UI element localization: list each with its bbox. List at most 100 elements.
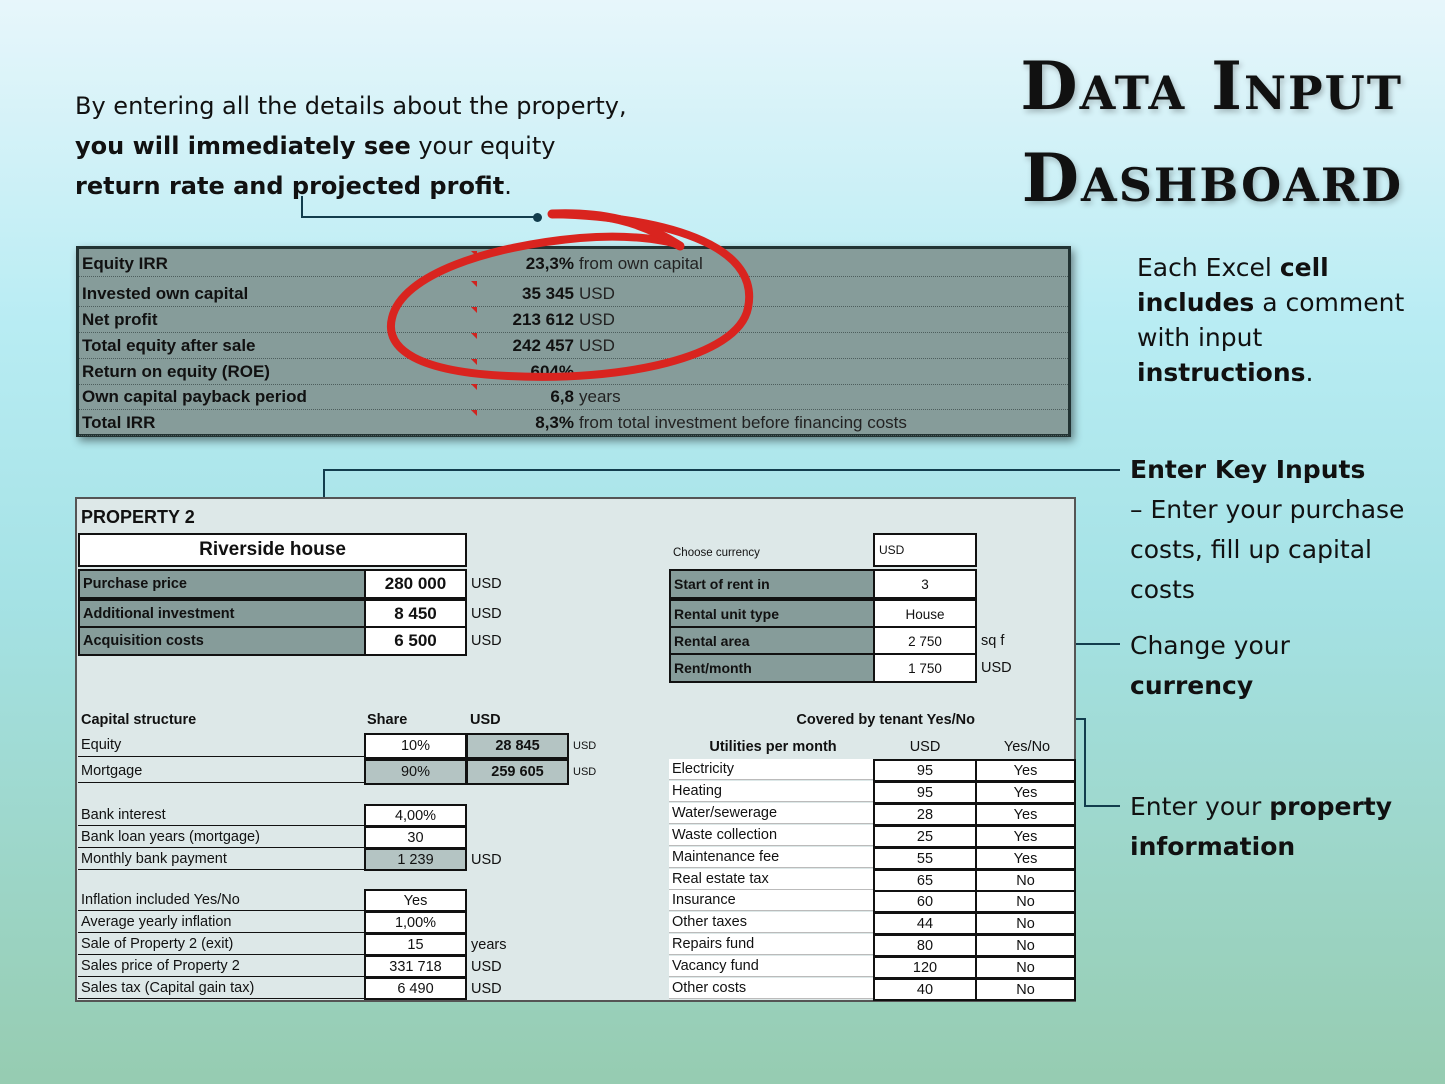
bank-unit	[467, 804, 471, 827]
utility-label: Vacancy fund	[669, 956, 873, 977]
utility-label: Real estate tax	[669, 869, 873, 890]
utility-yesno-input[interactable]: Yes	[975, 825, 1076, 848]
summary-label: Total IRR	[82, 412, 156, 432]
intro-part: .	[504, 172, 512, 200]
rent-unit: sq f	[981, 633, 1005, 649]
purchase-unit: USD	[471, 576, 502, 592]
exit-input[interactable]: 1,00%	[364, 911, 467, 934]
utility-usd-input[interactable]: 60	[873, 890, 977, 913]
purchase-input[interactable]: 280 000	[364, 569, 467, 599]
capital-usd-value: 259 605	[466, 759, 569, 785]
intro-bold: you will immediately see	[75, 132, 411, 160]
exit-label: Sales price of Property 2	[78, 955, 364, 977]
note-part: – Enter your purchase costs, fill up cap…	[1130, 495, 1405, 604]
note-bold: Enter Key Inputs	[1130, 455, 1366, 484]
utility-label: Heating	[669, 781, 873, 802]
utility-usd-input[interactable]: 25	[873, 825, 977, 848]
utility-usd-input[interactable]: 65	[873, 869, 977, 892]
utility-yesno-input[interactable]: Yes	[975, 803, 1076, 826]
rent-unit	[977, 599, 981, 629]
intro-part: your equity	[410, 132, 556, 160]
utility-yesno-input[interactable]: No	[975, 934, 1076, 957]
utility-usd-input[interactable]: 28	[873, 803, 977, 826]
rent-input[interactable]: 1 750	[873, 653, 977, 683]
exit-input[interactable]: 331 718	[364, 955, 467, 978]
exit-unit	[467, 889, 471, 912]
utility-yesno-input[interactable]: Yes	[975, 847, 1076, 870]
rent-unit: USD	[981, 660, 1012, 676]
note-part: Each Excel	[1137, 253, 1280, 282]
covered-by-tenant-label: Covered by tenant Yes/No	[796, 712, 975, 728]
utility-usd-input[interactable]: 40	[873, 978, 977, 1001]
share-header: Share	[367, 712, 408, 728]
connector-line	[323, 469, 1120, 471]
note-part: .	[1305, 358, 1314, 387]
title-line-2: Dashboard	[1021, 139, 1403, 217]
note-property-info: Enter your property information	[1130, 787, 1430, 867]
capital-share-input[interactable]: 10%	[364, 733, 467, 759]
note-key-inputs: Enter Key Inputs – Enter your purchase c…	[1130, 450, 1430, 610]
rent-label: Start of rent in	[669, 569, 875, 599]
comment-indicator-icon[interactable]	[471, 410, 477, 416]
exit-input[interactable]: Yes	[364, 889, 467, 912]
utility-label: Other taxes	[669, 912, 873, 933]
utility-label: Electricity	[669, 759, 873, 780]
utility-usd-input[interactable]: 120	[873, 956, 977, 979]
utilities-yesno-header: Yes/No	[1003, 739, 1051, 755]
connector-line	[1084, 718, 1086, 806]
exit-input[interactable]: 6 490	[364, 977, 467, 1000]
summary-unit: from total investment before financing c…	[579, 412, 907, 432]
utility-yesno-input[interactable]: Yes	[975, 781, 1076, 804]
rent-input[interactable]: House	[873, 599, 977, 629]
utility-yesno-input[interactable]: No	[975, 956, 1076, 979]
rent-input[interactable]: 2 750	[873, 626, 977, 656]
connector-line	[1084, 805, 1120, 807]
bank-input[interactable]: 30	[364, 826, 467, 849]
exit-unit: USD	[471, 980, 502, 997]
intro-text: By entering all the details about the pr…	[75, 86, 635, 206]
bank-label: Bank interest	[78, 804, 364, 826]
circle-stroke	[386, 210, 754, 381]
purchase-input[interactable]: 8 450	[364, 599, 467, 629]
utility-usd-input[interactable]: 95	[873, 781, 977, 804]
utility-yesno-input[interactable]: Yes	[975, 759, 1076, 782]
note-bold: instructions	[1137, 358, 1306, 387]
exit-unit: years	[471, 936, 507, 953]
utility-usd-input[interactable]: 80	[873, 934, 977, 957]
exit-input[interactable]: 15	[364, 933, 467, 956]
exit-label: Sales tax (Capital gain tax)	[78, 977, 364, 999]
currency-select[interactable]: USD	[873, 533, 977, 567]
utility-label: Maintenance fee	[669, 847, 873, 868]
title-line-1: Data Input	[1020, 47, 1403, 125]
capital-label: Mortgage	[78, 759, 364, 783]
sheet-heading: PROPERTY 2	[81, 506, 195, 527]
utility-usd-input[interactable]: 95	[873, 759, 977, 782]
utility-yesno-input[interactable]: No	[975, 912, 1076, 935]
property-name-input[interactable]: Riverside house	[78, 533, 467, 567]
note-bold: currency	[1130, 671, 1254, 700]
note-part: Enter your	[1130, 792, 1270, 821]
utility-yesno-input[interactable]: No	[975, 869, 1076, 892]
bank-label: Monthly bank payment	[78, 848, 364, 870]
utilities-usd-header: USD	[909, 739, 941, 755]
utility-usd-input[interactable]: 44	[873, 912, 977, 935]
capital-label: Equity	[78, 733, 364, 757]
purchase-label: Purchase price	[78, 569, 366, 599]
exit-label: Average yearly inflation	[78, 911, 364, 933]
bank-unit: USD	[471, 851, 502, 868]
utility-usd-input[interactable]: 55	[873, 847, 977, 870]
exit-label: Inflation included Yes/No	[78, 889, 364, 911]
rent-input[interactable]: 3	[873, 569, 977, 599]
utility-yesno-input[interactable]: No	[975, 978, 1076, 1001]
utility-yesno-input[interactable]: No	[975, 890, 1076, 913]
bank-input[interactable]: 4,00%	[364, 804, 467, 827]
note-cell-comments: Each Excel cell includes a comment with …	[1137, 250, 1422, 390]
highlight-circle	[386, 209, 754, 381]
capital-share-input[interactable]: 90%	[364, 759, 467, 785]
purchase-input[interactable]: 6 500	[364, 626, 467, 656]
purchase-unit: USD	[471, 606, 502, 622]
utility-label: Other costs	[669, 978, 873, 999]
summary-value: 8,3%	[535, 412, 574, 432]
intro-part: By entering all the details about the pr…	[75, 92, 627, 120]
intro-bold: return rate and projected profit	[75, 172, 505, 200]
